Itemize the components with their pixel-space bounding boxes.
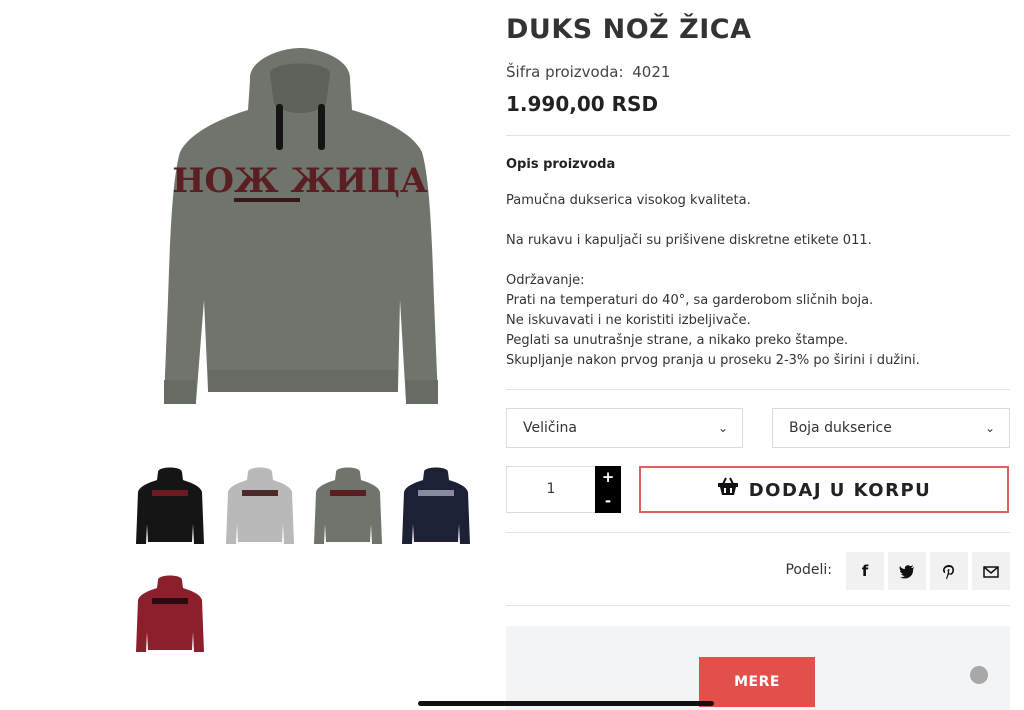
hoodie-print: НОЖ ЖИЦА (172, 161, 428, 201)
description-line: Pamučna dukserica visokog kvaliteta. (506, 193, 751, 208)
description-heading: Opis proizvoda (506, 157, 616, 172)
home-indicator (418, 701, 714, 706)
quantity-stepper: + - (595, 466, 621, 513)
care-line: Prati na temperaturi do 40°, sa garderob… (506, 293, 874, 308)
divider (506, 389, 1010, 390)
share-label: Podeli: (785, 562, 832, 578)
pinterest-icon[interactable] (930, 552, 968, 590)
color-select[interactable]: Boja dukserice ⌄ (772, 408, 1010, 448)
sku-label: Šifra proizvoda: (506, 63, 629, 81)
product-sku: Šifra proizvoda: 4021 (506, 63, 670, 81)
divider (506, 532, 1010, 533)
divider (506, 605, 1010, 606)
care-line: Skupljanje nakon prvog pranja u proseku … (506, 353, 920, 368)
thumbnail-olive-hoodie[interactable] (308, 464, 388, 556)
product-title: DUKS NOŽ ŽICA (506, 14, 752, 45)
thumbnail-navy-hoodie[interactable] (396, 464, 476, 556)
divider (506, 135, 1010, 136)
quantity-increase-button[interactable]: + (595, 466, 621, 490)
main-product-image[interactable]: НОЖ ЖИЦА (130, 40, 470, 430)
share-bar: Podeli: f (506, 552, 1010, 590)
care-heading: Održavanje: (506, 273, 585, 288)
size-chart-button[interactable]: MERE (699, 657, 815, 707)
size-select[interactable]: Veličina ⌄ (506, 408, 743, 448)
quantity-input[interactable]: 1 (506, 466, 596, 513)
size-select-label: Veličina (523, 420, 577, 436)
description-line: Na rukavu i kapuljači su prišivene diskr… (506, 233, 872, 248)
care-line: Ne iskuvavati i ne koristiti izbeljivače… (506, 313, 751, 328)
add-to-cart-label: DODAJ U KORPU (748, 480, 932, 501)
chevron-down-icon: ⌄ (984, 421, 995, 435)
chat-bubble-icon[interactable] (970, 666, 988, 684)
care-line: Peglati sa unutrašnje strane, a nikako p… (506, 333, 849, 348)
twitter-icon[interactable] (888, 552, 926, 590)
add-to-cart-button[interactable]: DODAJ U KORPU (639, 466, 1009, 513)
quantity-decrease-button[interactable]: - (595, 490, 621, 514)
basket-icon (717, 469, 739, 512)
product-description: Pamučna dukserica visokog kvaliteta. Na … (506, 191, 1006, 371)
thumbnail-gray-hoodie[interactable] (220, 464, 300, 556)
color-select-label: Boja dukserice (789, 420, 892, 436)
size-chart-panel: MERE (506, 626, 1010, 710)
product-price: 1.990,00 RSD (506, 92, 659, 116)
facebook-icon[interactable]: f (846, 552, 884, 590)
email-icon[interactable] (972, 552, 1010, 590)
thumbnail-black-hoodie[interactable] (130, 464, 210, 556)
sku-value: 4021 (632, 63, 671, 81)
chevron-down-icon: ⌄ (717, 421, 728, 435)
thumbnail-burgundy-hoodie[interactable] (130, 572, 210, 664)
